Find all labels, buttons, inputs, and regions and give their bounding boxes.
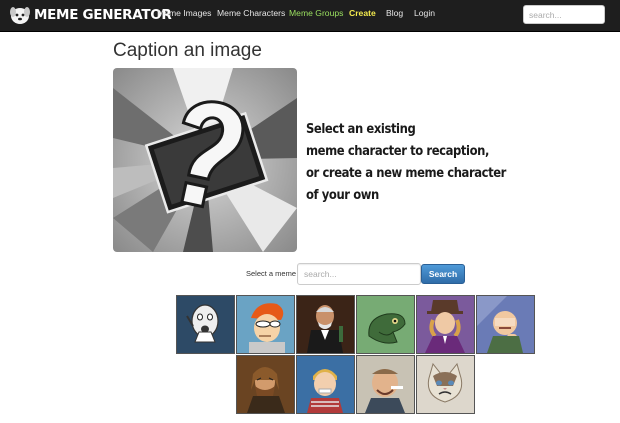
- meme-thumbnail-fry[interactable]: [236, 295, 295, 354]
- meme-thumbnail-y-u-no[interactable]: [176, 295, 235, 354]
- meme-thumbnail-bad-luck-brian[interactable]: [296, 355, 355, 414]
- brand-name: MEME GENERATOR: [34, 7, 172, 23]
- meme-thumbnail-wonka[interactable]: [416, 295, 475, 354]
- meme-thumbnail-boromir[interactable]: [236, 355, 295, 414]
- meme-thumbnail-grumpy-cat[interactable]: [416, 355, 475, 414]
- dog-face-icon: [10, 7, 30, 24]
- upload-placeholder-image[interactable]: [113, 68, 297, 252]
- nav-create[interactable]: Create: [349, 8, 376, 18]
- recaption-prompt: Select an existing meme character to rec…: [306, 118, 506, 206]
- nav-login[interactable]: Login: [414, 8, 435, 18]
- prompt-line: of your own: [306, 187, 379, 203]
- nav-blog[interactable]: Blog: [386, 8, 403, 18]
- select-meme-label: Select a meme: [246, 269, 297, 278]
- prompt-line: Select an existing: [306, 121, 416, 137]
- meme-thumbnail-philosoraptor[interactable]: [356, 295, 415, 354]
- nav-meme-characters[interactable]: Meme Characters: [217, 8, 285, 18]
- meme-search-input[interactable]: [297, 263, 421, 285]
- prompt-line: meme character to recaption,: [306, 143, 489, 159]
- page-title: Caption an image: [113, 40, 262, 61]
- search-button[interactable]: Search: [421, 264, 465, 284]
- meme-thumbnail-success-kid[interactable]: [476, 295, 535, 354]
- nav-meme-images[interactable]: Meme Images: [157, 8, 211, 18]
- meme-thumbnail-good-guy-greg[interactable]: [356, 355, 415, 414]
- nav-search-input[interactable]: [523, 5, 605, 24]
- top-navbar: MEME GENERATOR Meme Images Meme Characte…: [0, 0, 620, 32]
- nav-meme-groups[interactable]: Meme Groups: [289, 8, 343, 18]
- brand-logo[interactable]: MEME GENERATOR: [8, 4, 172, 26]
- question-mark-icon: [113, 68, 297, 252]
- meme-thumbnail-most-interesting-man[interactable]: [296, 295, 355, 354]
- prompt-line: or create a new meme character: [306, 165, 506, 181]
